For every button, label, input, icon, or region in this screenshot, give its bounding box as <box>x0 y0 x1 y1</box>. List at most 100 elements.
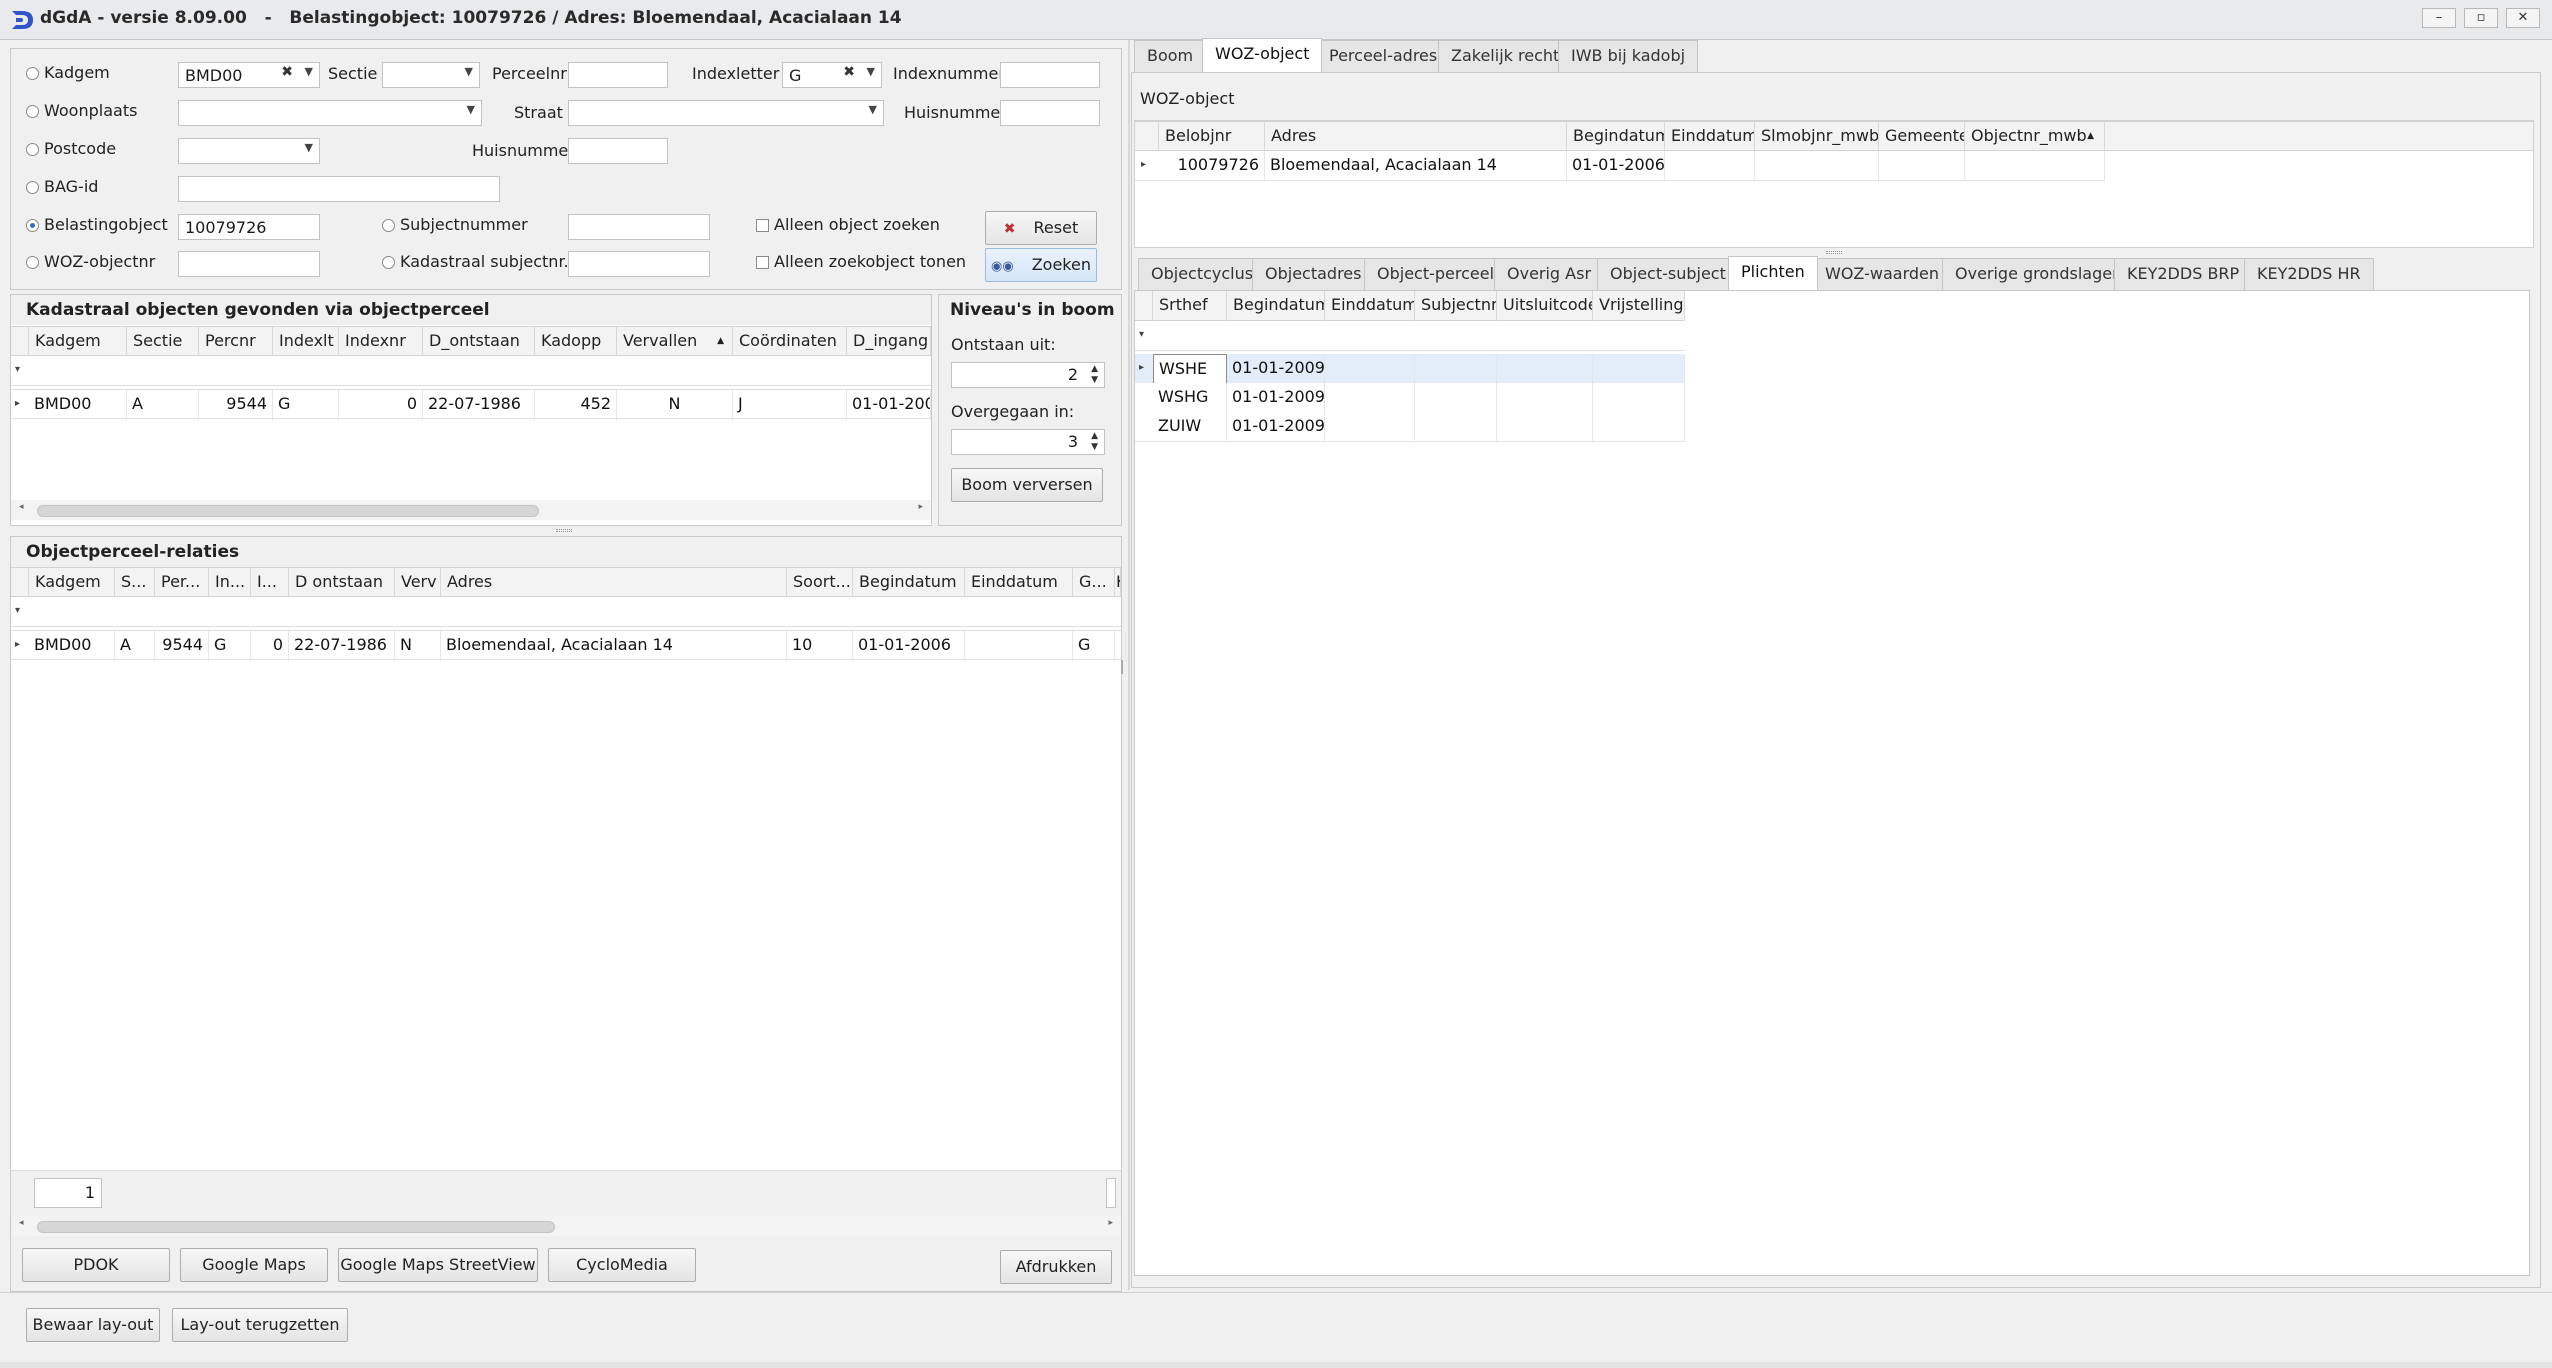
chevron-down-icon[interactable]: ▼ <box>867 65 875 78</box>
tab-woz-waarden[interactable]: WOZ-waarden <box>1812 258 1952 290</box>
subjectnummer-input[interactable] <box>568 214 710 240</box>
sort-asc-icon[interactable]: ▲ <box>717 327 724 355</box>
clear-icon[interactable]: ✖ <box>281 64 293 80</box>
cell[interactable]: 452 <box>535 390 617 420</box>
zoeken-button[interactable]: ◉◉ Zoeken <box>985 248 1097 282</box>
tab-key2dds-hr[interactable]: KEY2DDS HR <box>2244 258 2374 290</box>
horizontal-scrollbar[interactable]: ◂ ▸ <box>11 500 931 520</box>
cell[interactable]: N <box>617 390 733 420</box>
scroll-right-icon[interactable]: ▸ <box>1108 1218 1113 1228</box>
layout-terugzetten-button[interactable]: Lay-out terugzetten <box>172 1308 348 1342</box>
cell[interactable]: G <box>1073 631 1115 661</box>
tab-overig-asr[interactable]: Overig Asr <box>1494 258 1605 290</box>
column-header[interactable]: Per... <box>155 568 209 598</box>
google-maps-button[interactable]: Google Maps <box>180 1248 328 1282</box>
column-header[interactable]: Uitsluitcode <box>1497 291 1593 321</box>
cell[interactable] <box>1665 151 1755 181</box>
column-header[interactable]: Coördinaten <box>733 327 847 357</box>
scroll-right-icon[interactable]: ▸ <box>918 502 923 512</box>
tab-object-subject[interactable]: Object-subject <box>1597 258 1739 290</box>
cell[interactable] <box>1415 412 1497 442</box>
filter-icon[interactable]: ▾ <box>15 597 29 625</box>
cell[interactable]: A <box>115 631 155 661</box>
column-header[interactable]: Percnr <box>199 327 273 357</box>
tab-iwb-bij-kadobj[interactable]: IWB bij kadobj <box>1558 40 1699 72</box>
column-header[interactable]: Vrijstelling <box>1593 291 1685 321</box>
cell[interactable] <box>1325 412 1415 442</box>
column-header[interactable]: Objectnr_mwb ▲ <box>1965 122 2105 152</box>
cell[interactable]: 9544 <box>199 390 273 420</box>
column-header[interactable]: Verv <box>395 568 441 598</box>
column-header[interactable]: Begindatum <box>1567 122 1665 152</box>
filter-row[interactable]: ▾ <box>11 356 931 386</box>
column-header[interactable]: Einddatum <box>1325 291 1415 321</box>
cell[interactable] <box>1593 354 1685 384</box>
clear-icon[interactable]: ✖ <box>843 64 855 80</box>
tab-object-perceel[interactable]: Object-perceel <box>1364 258 1508 290</box>
column-header[interactable]: Indexnr <box>339 327 423 357</box>
cell[interactable]: 01-01-2006 <box>847 390 931 420</box>
minimize-button[interactable]: – <box>2422 8 2456 28</box>
google-streetview-button[interactable]: Google Maps StreetView <box>338 1248 538 1282</box>
sort-asc-icon[interactable]: ▲ <box>2087 122 2094 150</box>
table-row[interactable]: ▸ BMD00 A 9544 G 0 22-07-1986 452 N J 01… <box>11 389 931 420</box>
column-header[interactable]: Srthef <box>1153 291 1227 321</box>
chevron-down-icon[interactable]: ▼ <box>305 141 313 154</box>
table-row[interactable]: ▸ 10079726 Bloemendaal, Acacialaan 14 01… <box>1135 151 2105 181</box>
column-header[interactable]: Gemeente <box>1879 122 1965 152</box>
cell[interactable]: 01-01-2006 <box>853 631 965 661</box>
huisnummer2-input[interactable] <box>568 138 668 164</box>
postcode-radio[interactable] <box>26 143 39 156</box>
column-header[interactable]: I... <box>251 568 289 598</box>
filter-icon[interactable]: ▾ <box>1139 321 1153 349</box>
cell[interactable] <box>1879 151 1965 181</box>
cell[interactable]: 01-01-2009 <box>1227 383 1325 413</box>
horizontal-scrollbar[interactable]: ◂ ▸ <box>11 1216 1121 1236</box>
alleen-object-checkbox[interactable] <box>756 219 769 232</box>
cell[interactable] <box>1965 151 2105 181</box>
scroll-left-icon[interactable]: ◂ <box>19 1218 24 1228</box>
boom-verversen-button[interactable]: Boom verversen <box>951 468 1103 502</box>
woz-radio[interactable] <box>26 256 39 269</box>
splitter-grip[interactable] <box>1121 660 1123 674</box>
column-header[interactable]: Adres <box>441 568 787 598</box>
table-row[interactable]: ZUIW 01-01-2009 <box>1135 412 1685 442</box>
cell[interactable]: 22-07-1986 <box>289 631 395 661</box>
cell[interactable] <box>1593 383 1685 413</box>
bagid-input[interactable] <box>178 176 500 202</box>
column-header[interactable]: Adres <box>1265 122 1567 152</box>
cell[interactable]: 10 <box>787 631 853 661</box>
cell[interactable] <box>1497 412 1593 442</box>
column-header[interactable]: Indexlt <box>273 327 339 357</box>
reset-button[interactable]: ✖ Reset <box>985 211 1097 245</box>
cell[interactable]: BMD00 <box>29 390 127 420</box>
chevron-down-icon[interactable]: ▼ <box>465 65 473 78</box>
cell[interactable] <box>1115 631 1126 661</box>
kadgem-combo[interactable]: BMD00 ✖ ▼ <box>178 62 320 88</box>
column-header[interactable]: Einddatum <box>1665 122 1755 152</box>
kadsubject-radio[interactable] <box>382 256 395 269</box>
sectie-combo[interactable]: ▼ <box>382 62 480 88</box>
column-header[interactable]: Vervallen ▲ <box>617 327 733 357</box>
tab-overige-grondslagen[interactable]: Overige grondslagen <box>1942 258 2136 290</box>
column-header[interactable]: In... <box>209 568 251 598</box>
woonplaats-radio[interactable] <box>26 105 39 118</box>
cell[interactable] <box>1755 151 1879 181</box>
vertical-splitter[interactable] <box>1128 40 1130 1290</box>
cell[interactable]: Bloemendaal, Acacialaan 14 <box>1265 151 1567 181</box>
cell[interactable]: 01-01-2009 <box>1227 354 1325 384</box>
tab-objectcyclus[interactable]: Objectcyclus <box>1138 258 1267 290</box>
filter-row[interactable]: ▾ <box>11 597 1121 627</box>
column-header[interactable]: Subjectnr <box>1415 291 1497 321</box>
cell[interactable]: G <box>209 631 251 661</box>
cell[interactable]: G <box>273 390 339 420</box>
column-header[interactable]: Sectie <box>127 327 199 357</box>
perceelnr-input[interactable] <box>568 62 668 88</box>
tab-perceel-adres[interactable]: Perceel-adres <box>1316 40 1451 72</box>
cell[interactable]: BMD00 <box>29 631 115 661</box>
pdok-button[interactable]: PDOK <box>22 1248 170 1282</box>
column-header[interactable]: Begindatum <box>1227 291 1325 321</box>
cell[interactable]: 01-01-2009 <box>1227 412 1325 442</box>
cell[interactable]: J <box>733 390 847 420</box>
postcode-combo[interactable]: ▼ <box>178 138 320 164</box>
